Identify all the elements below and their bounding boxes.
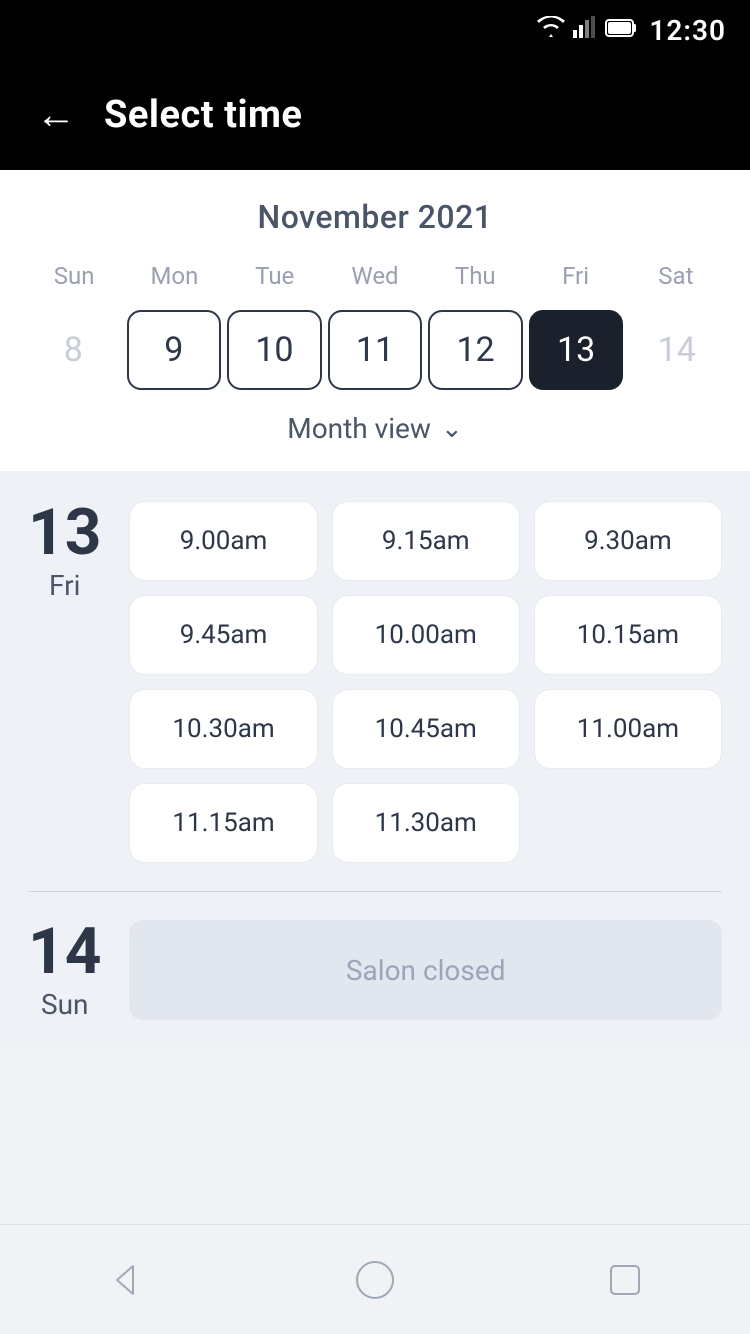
battery-icon: [605, 18, 637, 43]
header: ← Select time: [0, 60, 750, 170]
month-view-label: Month view: [287, 412, 431, 445]
wifi-icon: [537, 16, 565, 44]
time-slot-915[interactable]: 9.15am: [332, 501, 520, 581]
day-header-wed: Wed: [325, 258, 425, 294]
status-time: 12:30: [649, 14, 726, 47]
back-button[interactable]: ←: [36, 95, 76, 135]
day-14-number: 14: [28, 920, 101, 984]
status-bar: 12:30: [0, 0, 750, 60]
nav-home-button[interactable]: [350, 1255, 400, 1305]
date-10[interactable]: 10: [227, 310, 322, 390]
chevron-down-icon: ⌄: [441, 414, 463, 444]
nav-bar: [0, 1224, 750, 1334]
day-13-slots-grid: 9.00am 9.15am 9.30am 9.45am 10.00am 10.1…: [129, 501, 722, 863]
status-icons: [537, 16, 637, 44]
nav-back-button[interactable]: [100, 1255, 150, 1305]
day-header-mon: Mon: [124, 258, 224, 294]
day-13-block: 13 Fri: [28, 501, 101, 602]
day-headers: Sun Mon Tue Wed Thu Fri Sat: [24, 258, 726, 294]
nav-recent-button[interactable]: [600, 1255, 650, 1305]
time-slot-1015[interactable]: 10.15am: [534, 595, 722, 675]
date-13-selected[interactable]: 13: [529, 310, 624, 390]
day-header-tue: Tue: [225, 258, 325, 294]
page-title: Select time: [104, 93, 302, 137]
signal-icon: [573, 16, 597, 44]
date-11[interactable]: 11: [328, 310, 423, 390]
time-slot-1115[interactable]: 11.15am: [129, 783, 317, 863]
month-label: November 2021: [24, 198, 726, 236]
day-13-header: 13 Fri 9.00am 9.15am 9.30am 9.45am 10.00…: [28, 501, 722, 863]
day-header-fri: Fri: [525, 258, 625, 294]
day-header-sat: Sat: [626, 258, 726, 294]
calendar-section: November 2021 Sun Mon Tue Wed Thu Fri Sa…: [0, 170, 750, 471]
time-slot-1130[interactable]: 11.30am: [332, 783, 520, 863]
date-14[interactable]: 14: [629, 310, 724, 390]
time-slot-900[interactable]: 9.00am: [129, 501, 317, 581]
day-13-name: Fri: [49, 569, 80, 602]
timeslots-section: 13 Fri 9.00am 9.15am 9.30am 9.45am 10.00…: [0, 471, 750, 1045]
day-14-section: 14 Sun Salon closed: [28, 920, 722, 1021]
time-slot-1100[interactable]: 11.00am: [534, 689, 722, 769]
section-divider: [28, 891, 722, 892]
time-slot-1045[interactable]: 10.45am: [332, 689, 520, 769]
day-14-name: Sun: [41, 988, 89, 1021]
time-slot-1030[interactable]: 10.30am: [129, 689, 317, 769]
salon-closed-box: Salon closed: [129, 920, 722, 1020]
date-12[interactable]: 12: [428, 310, 523, 390]
day-14-block: 14 Sun: [28, 920, 101, 1021]
day-header-thu: Thu: [425, 258, 525, 294]
date-row: 8 9 10 11 12 13 14: [24, 306, 726, 394]
time-slot-930[interactable]: 9.30am: [534, 501, 722, 581]
date-9[interactable]: 9: [127, 310, 222, 390]
day-header-sun: Sun: [24, 258, 124, 294]
time-slot-945[interactable]: 9.45am: [129, 595, 317, 675]
day-13-section: 13 Fri 9.00am 9.15am 9.30am 9.45am 10.00…: [28, 501, 722, 863]
date-8[interactable]: 8: [26, 310, 121, 390]
salon-closed-text: Salon closed: [346, 954, 506, 987]
day-13-number: 13: [28, 501, 101, 565]
month-view-toggle[interactable]: Month view ⌄: [24, 394, 726, 453]
time-slot-1000[interactable]: 10.00am: [332, 595, 520, 675]
